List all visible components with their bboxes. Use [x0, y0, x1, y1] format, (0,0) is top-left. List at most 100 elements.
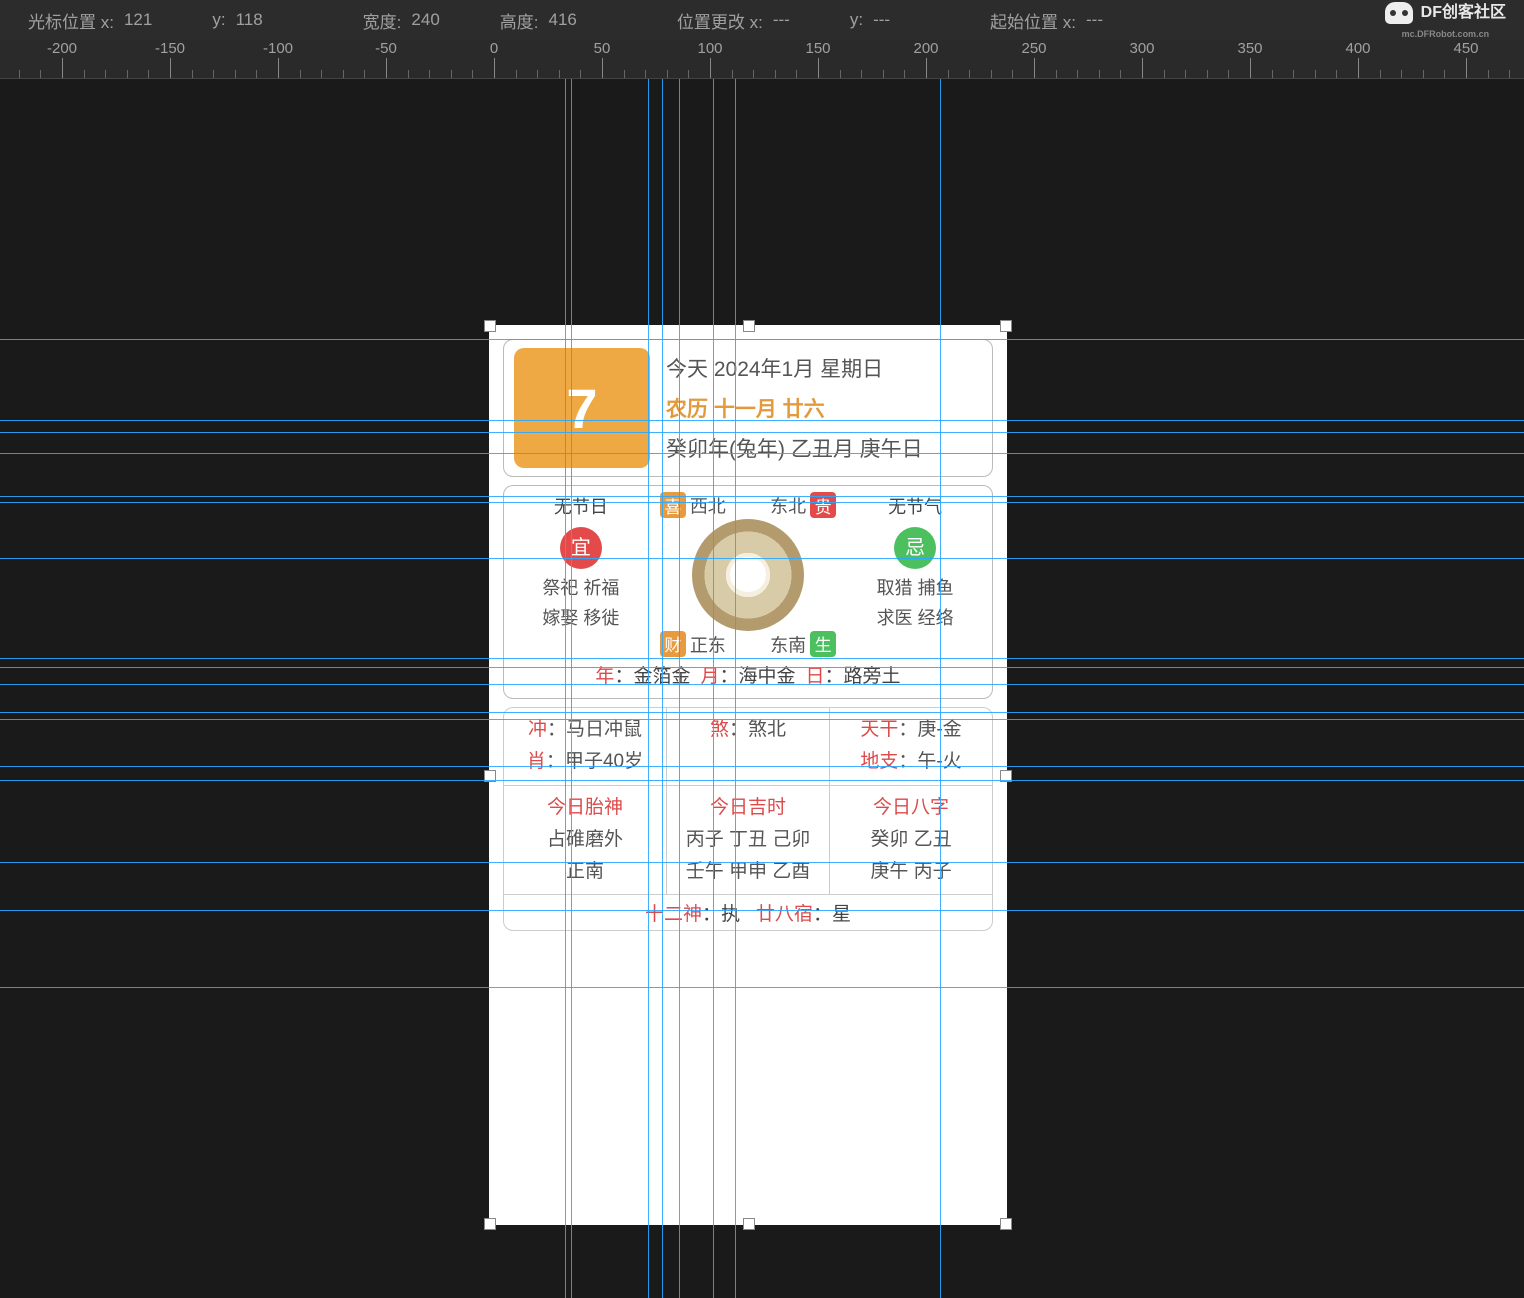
- xiao-v: 甲子40岁: [565, 751, 643, 772]
- bazi-l2: 庚午 丙子: [838, 856, 984, 888]
- calendar-card: 7 今天 2024年1月 星期日 农历 十一月 廿六 癸卯年(兔年) 乙丑月 庚…: [503, 339, 993, 1211]
- right-column: 无节气 忌 取猎 捕鱼 求医 经络: [844, 492, 986, 657]
- resize-handle-mr[interactable]: [1000, 770, 1012, 782]
- ji-line2: 求医 经络: [844, 603, 986, 634]
- canvas-area[interactable]: 7 今天 2024年1月 星期日 农历 十一月 廿六 癸卯年(兔年) 乙丑月 庚…: [0, 78, 1524, 1298]
- resize-handle-tr[interactable]: [1000, 320, 1012, 332]
- ruler-tick-label: 300: [1129, 40, 1154, 57]
- brand-name: DF创客社区: [1421, 5, 1506, 21]
- no-solarterm: 无节气: [844, 492, 986, 523]
- nayin-m-k: 月: [700, 666, 719, 687]
- cursor-y-label: y:: [212, 10, 225, 30]
- dz-v: 午-火: [917, 751, 961, 772]
- ji-line1: 取猎 捕鱼: [844, 573, 986, 604]
- ruler-tick-label: -50: [375, 40, 397, 57]
- delta-x-value: ---: [773, 10, 790, 30]
- taishen-l2: 正南: [512, 856, 658, 888]
- ruler-tick-label: 50: [594, 40, 611, 57]
- cursor-y-value: 118: [236, 10, 263, 30]
- start-x-label: 起始位置 x:: [990, 8, 1076, 33]
- height-label: 高度:: [500, 8, 539, 33]
- twshen-k2: 廿八宿: [756, 904, 813, 925]
- chong-v: 马日冲鼠: [566, 719, 642, 740]
- yi-line2: 嫁娶 移徙: [510, 603, 652, 634]
- nayin-d-v: 路旁土: [844, 666, 901, 687]
- jishi-l1: 丙子 丁丑 己卯 壬午 甲申 乙酉: [675, 824, 821, 889]
- cai-val: 正东: [690, 635, 726, 655]
- xiao-k: 肖: [527, 751, 546, 772]
- horizontal-ruler[interactable]: -200-150-100-500501001502002503003504004…: [0, 40, 1524, 79]
- chong-cell: 冲：马日冲鼠 肖：甲子40岁: [504, 708, 667, 785]
- compass-icon: [692, 519, 804, 631]
- bazi-title: 今日八字: [838, 792, 984, 824]
- resize-handle-tl[interactable]: [484, 320, 496, 332]
- ruler-tick-label: 0: [490, 40, 498, 57]
- resize-handle-br[interactable]: [1000, 1218, 1012, 1230]
- bazi-cell: 今日八字 癸卯 乙丑 庚午 丙子: [830, 786, 992, 895]
- twshen-k1: 十二神: [645, 904, 702, 925]
- width-value: 240: [411, 10, 439, 30]
- tgdz-cell: 天干：庚-金 地支：午-火: [830, 708, 992, 785]
- twshen-v1: 执: [721, 904, 740, 925]
- sheng-val: 东南: [770, 635, 806, 655]
- ganzhi-text: 癸卯年(兔年) 乙丑月 庚午日: [666, 433, 982, 463]
- left-column: 无节日 宜 祭祀 祈福 嫁娶 移徙: [510, 492, 652, 657]
- sha-k: 煞: [710, 719, 729, 740]
- nayin-d-k: 日: [806, 666, 825, 687]
- cursor-x-value: 121: [124, 10, 152, 30]
- ruler-tick-label: 250: [1021, 40, 1046, 57]
- day-number: 7: [514, 348, 650, 468]
- resize-handle-tm[interactable]: [743, 320, 755, 332]
- ruler-tick-label: -150: [155, 40, 185, 57]
- compass-column: 喜西北 东北贵 财正东 东南生: [652, 492, 844, 657]
- yi-icon: 宜: [560, 527, 602, 569]
- resize-handle-bm[interactable]: [743, 1218, 755, 1230]
- taishen-l1: 占碓磨外: [512, 824, 658, 856]
- robot-icon: [1385, 2, 1413, 24]
- bazi-l1: 癸卯 乙丑: [838, 824, 984, 856]
- xi-tag: 喜: [660, 492, 686, 518]
- gui-tag: 贵: [810, 492, 836, 518]
- cai-tag: 财: [660, 631, 686, 657]
- ruler-tick-label: 200: [913, 40, 938, 57]
- chong-k: 冲: [528, 719, 547, 740]
- xi-val: 西北: [690, 497, 726, 517]
- ji-icon: 忌: [894, 527, 936, 569]
- delta-y-label: y:: [850, 10, 863, 30]
- height-value: 416: [549, 10, 577, 30]
- width-label: 宽度:: [363, 8, 402, 33]
- start-x-value: ---: [1086, 10, 1103, 30]
- jishi-cell: 今日吉时 丙子 丁丑 己卯 壬午 甲申 乙酉: [667, 786, 830, 895]
- artboard[interactable]: 7 今天 2024年1月 星期日 农历 十一月 廿六 癸卯年(兔年) 乙丑月 庚…: [489, 325, 1007, 1225]
- nayin-y-k: 年: [595, 666, 614, 687]
- detail-section: 冲：马日冲鼠 肖：甲子40岁 煞：煞北 天干：庚-金 地支：午-火 今日胎神 占…: [503, 707, 993, 931]
- ruler-tick-label: -100: [263, 40, 293, 57]
- taishen-cell: 今日胎神 占碓磨外 正南: [504, 786, 667, 895]
- nayin-y-v: 金箔金: [633, 666, 690, 687]
- tg-k: 天干: [860, 719, 898, 740]
- taishen-title: 今日胎神: [512, 792, 658, 824]
- nayin-m-v: 海中金: [739, 666, 796, 687]
- nayin-row: 年：金箔金 月：海中金 日：路旁土: [510, 657, 986, 692]
- resize-handle-ml[interactable]: [484, 770, 496, 782]
- twelveshen-row: 十二神：执 廿八宿：星: [504, 895, 992, 930]
- ruler-tick-label: 150: [805, 40, 830, 57]
- coord-bar: 光标位置 x: 121 y: 118 宽度: 240 高度: 416 位置更改 …: [0, 0, 1524, 40]
- ruler-tick-label: -200: [47, 40, 77, 57]
- resize-handle-bl[interactable]: [484, 1218, 496, 1230]
- no-festival: 无节日: [510, 492, 652, 523]
- ruler-tick-label: 400: [1345, 40, 1370, 57]
- yi-line1: 祭祀 祈福: [510, 573, 652, 604]
- tg-v: 庚-金: [917, 719, 961, 740]
- jishi-title: 今日吉时: [675, 792, 821, 824]
- sha-cell: 煞：煞北: [667, 708, 830, 785]
- delta-y-value: ---: [873, 10, 890, 30]
- today-text: 今天 2024年1月 星期日: [666, 353, 982, 383]
- dz-k: 地支: [860, 751, 898, 772]
- lunar-text: 农历 十一月 廿六: [666, 393, 982, 423]
- brand-logo[interactable]: DF创客社区 mc.DFRobot.com.cn: [1385, 2, 1516, 39]
- sheng-tag: 生: [810, 631, 836, 657]
- gui-val: 东北: [770, 497, 806, 517]
- delta-x-label: 位置更改 x:: [677, 8, 763, 33]
- sha-v: 煞北: [748, 719, 786, 740]
